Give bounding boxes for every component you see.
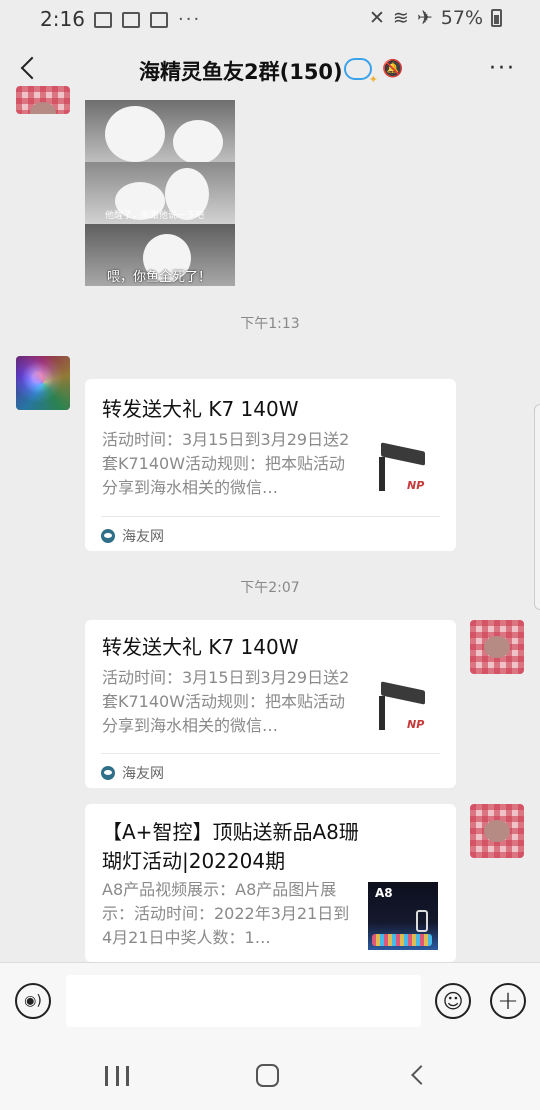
more-options-button[interactable]: ··· — [489, 56, 516, 81]
timestamp: 下午1:13 — [240, 316, 300, 332]
home-button[interactable] — [256, 1064, 279, 1087]
link-card[interactable]: 【A+智控】顶贴送新品A8珊 瑚灯活动|202204期 A8产品视频展示：A8产… — [85, 804, 456, 962]
voice-button[interactable]: ◉) — [15, 983, 51, 1019]
avatar[interactable] — [16, 86, 70, 114]
card-title: 转发送大礼 K7 140W — [102, 635, 299, 659]
d-app-icon — [150, 11, 168, 28]
thumb-logo: NP — [407, 718, 425, 731]
system-navigation-bar — [0, 1040, 540, 1110]
link-card[interactable]: 转发送大礼 K7 140W 活动时间：3月15日到3月29日送2套K7140W活… — [85, 620, 456, 788]
source-icon — [101, 529, 115, 543]
voice-icon: ◉) — [24, 993, 42, 1009]
emoji-button[interactable]: ☺ — [435, 983, 471, 1019]
gallery-icon — [94, 11, 112, 28]
mute-notifications-icon: 🔕 — [382, 59, 404, 79]
card-source-name: 海友网 — [122, 766, 164, 782]
source-icon — [101, 766, 115, 780]
card-thumbnail: NP — [375, 680, 443, 748]
airplane-icon: ✈ — [416, 7, 433, 29]
meme-caption-small: 他醒了，你跟他说一下吧 — [105, 211, 205, 221]
title-icons: 🔕 — [344, 58, 404, 86]
emoji-icon: ☺ — [442, 989, 464, 1013]
more-notifications-icon: ··· — [178, 9, 202, 30]
input-bar: ◉) ☺ + — [0, 962, 540, 1040]
battery-icon — [491, 9, 502, 27]
back-button[interactable] — [18, 54, 48, 84]
card-divider — [101, 516, 440, 517]
thumb-logo: A8 — [375, 886, 393, 900]
status-right: ✕ ≋ ✈ 57% — [369, 7, 502, 29]
status-bar: 2:16 ··· ✕ ≋ ✈ 57% — [0, 0, 540, 38]
status-time: 2:16 — [40, 7, 85, 31]
app-icon — [122, 11, 140, 28]
sender-avatar[interactable] — [16, 356, 70, 410]
message-input[interactable] — [66, 975, 421, 1027]
system-back-button[interactable] — [410, 1066, 426, 1082]
plus-icon: + — [497, 986, 519, 1016]
meme-panel: 喂，你鱼全死了！ — [85, 224, 235, 286]
meme-image[interactable]: 他醒了，你跟他说一下吧 喂，你鱼全死了！ — [85, 100, 235, 286]
link-card[interactable]: 转发送大礼 K7 140W 活动时间：3月15日到3月29日送2套K7140W活… — [85, 379, 456, 551]
card-divider — [101, 753, 440, 754]
timestamp: 下午2:07 — [240, 580, 300, 596]
card-thumbnail: NP — [375, 441, 443, 509]
battery-percent: 57% — [440, 7, 483, 29]
my-avatar[interactable] — [470, 804, 524, 858]
card-thumbnail: A8 — [368, 882, 438, 950]
my-avatar[interactable] — [470, 620, 524, 674]
meme-panel — [85, 100, 235, 164]
card-source-name: 海友网 — [122, 529, 164, 545]
chat-title: 海精灵鱼友2群(150) — [139, 60, 343, 84]
card-source: 海友网 — [101, 526, 164, 546]
meme-caption-large: 喂，你鱼全死了！ — [107, 270, 212, 285]
group-chat-icon — [344, 58, 378, 86]
thumb-logo: NP — [407, 479, 425, 492]
mute-status-icon: ✕ — [369, 7, 385, 29]
chat-header: 海精灵鱼友2群(150) 🔕 ··· — [0, 38, 540, 100]
card-title: 【A+智控】顶贴送新品A8珊 瑚灯活动|202204期 — [102, 820, 359, 873]
card-description: 活动时间：3月15日到3月29日送2套K7140W活动规则：把本贴活动分享到海水… — [102, 430, 350, 497]
scroll-indicator[interactable] — [534, 404, 540, 610]
meme-panel: 他醒了，你跟他说一下吧 — [85, 162, 235, 224]
card-description: A8产品视频展示：A8产品图片展示：活动时间：2022年3月21日到4月21日中… — [102, 880, 350, 947]
status-notification-icons: ··· — [94, 9, 201, 30]
more-functions-button[interactable]: + — [490, 983, 526, 1019]
wifi-icon: ≋ — [392, 7, 409, 29]
card-source: 海友网 — [101, 763, 164, 783]
recent-apps-button[interactable] — [105, 1066, 129, 1086]
card-description: 活动时间：3月15日到3月29日送2套K7140W活动规则：把本贴活动分享到海水… — [102, 668, 350, 735]
card-title: 转发送大礼 K7 140W — [102, 397, 299, 421]
